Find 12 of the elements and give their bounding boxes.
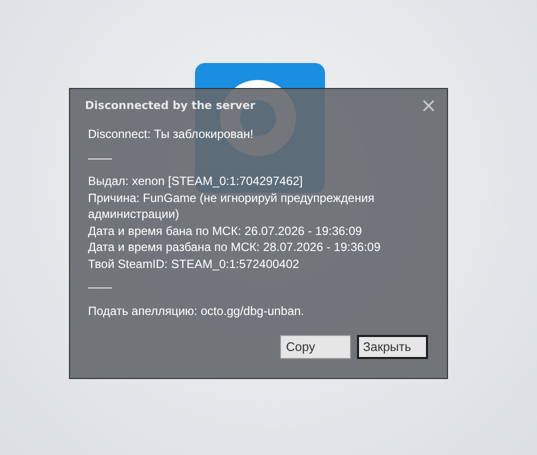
dialog-button[interactable]: Copy — [280, 335, 351, 359]
message-line: Твой SteamID: STEAM_0:1:572400402 — [88, 256, 300, 272]
message-line: —— — [88, 279, 112, 296]
message-line: Disconnect: Ты заблокирован! — [88, 126, 254, 142]
message-line: Выдал: xenon [STEAM_0:1:704297462] — [88, 173, 303, 190]
message-line: Подать апелляцию: octo.gg/dbg-unban. — [88, 302, 304, 319]
message-line: Дата и время разбана по МСК: 28.07.2026 - 19:36:09 — [88, 239, 380, 256]
message-line: —— — [88, 150, 112, 166]
dialog-title: Disconnected by the server — [85, 98, 256, 112]
message-line: Причина: FunGame (не игнорируй предупреждения администрации) — [88, 190, 376, 222]
message-line: Дата и время бана по МСК: 26.07.2026 - 19:36:09 — [88, 222, 362, 239]
dialog-button[interactable]: Закрыть — [357, 335, 428, 359]
